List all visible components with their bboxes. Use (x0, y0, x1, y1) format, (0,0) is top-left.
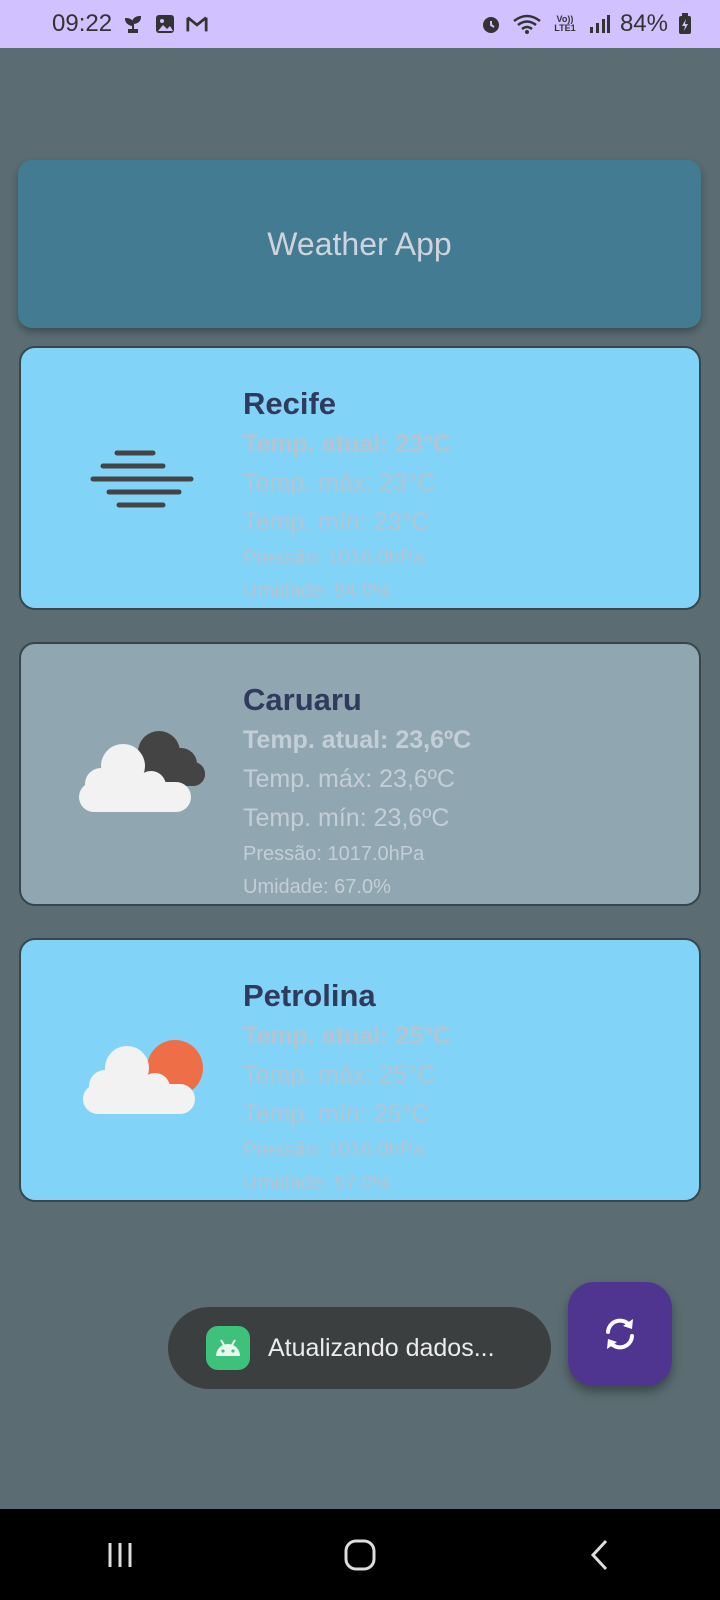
weather-card-petrolina: Petrolina Temp. atual: 25°C Temp. máx: 2… (19, 938, 701, 1202)
plant-icon (122, 13, 144, 35)
temp-current: Temp. atual: 25°C (243, 1022, 452, 1050)
card-body: Recife Temp. atual: 23°C Temp. máx: 23°C… (243, 386, 451, 613)
humidity: Umidade: 67.0% (243, 876, 391, 898)
back-icon (590, 1539, 608, 1570)
app-header: Weather App (18, 160, 701, 328)
alarm-icon (480, 13, 502, 35)
battery-percent: 84% (619, 10, 668, 37)
home-icon (344, 1539, 376, 1570)
temp-max: Temp. máx: 23,6ºC (243, 765, 455, 793)
humidity: Umidade: 94.0% (243, 580, 391, 602)
humidity: Umidade: 57.0% (243, 1172, 391, 1194)
android-icon (206, 1326, 250, 1370)
card-body: Caruaru Temp. atual: 23,6ºC Temp. máx: 2… (243, 682, 471, 909)
temp-min: Temp. mín: 25°C (243, 1100, 430, 1128)
toast-message: Atualizando dados... (168, 1307, 551, 1389)
temp-max: Temp. máx: 25°C (243, 1061, 436, 1089)
toast-text: Atualizando dados... (268, 1333, 495, 1362)
status-bar-right: Vo)) LTE1 84% (480, 10, 692, 38)
card-body: Petrolina Temp. atual: 25°C Temp. máx: 2… (243, 978, 451, 1205)
gallery-icon (154, 13, 176, 35)
app-title: Weather App (267, 225, 452, 262)
partly-cloudy-icon (63, 1010, 213, 1120)
temp-current: Temp. atual: 23,6ºC (243, 726, 472, 754)
status-time: 09:22 (52, 10, 113, 37)
back-button[interactable] (570, 1525, 630, 1585)
refresh-button[interactable] (568, 1282, 672, 1386)
pressure: Pressão: 1016.0hPa (243, 1139, 425, 1161)
wifi-icon (512, 13, 542, 35)
signal-icon (588, 13, 610, 35)
pressure: Pressão: 1017.0hPa (243, 843, 425, 865)
system-nav-bar (0, 1509, 720, 1600)
temp-current: Temp. atual: 23°C (243, 430, 452, 458)
temp-max: Temp. máx: 23°C (243, 469, 436, 497)
temp-min: Temp. mín: 23°C (243, 508, 430, 536)
city-name: Petrolina (243, 978, 376, 1013)
status-bar: 09:22 Vo)) LTE1 84% (0, 0, 720, 48)
gmail-icon (186, 13, 208, 35)
city-name: Caruaru (243, 682, 362, 717)
battery-charging-icon (678, 13, 692, 35)
recents-icon (108, 1542, 132, 1567)
weather-card-recife: Recife Temp. atual: 23°C Temp. máx: 23°C… (19, 346, 701, 610)
broken-clouds-icon (63, 714, 213, 824)
fog-icon (63, 418, 213, 528)
recents-button[interactable] (90, 1525, 150, 1585)
volte-icon: Vo)) LTE1 (554, 14, 576, 33)
temp-min: Temp. mín: 23,6ºC (243, 804, 450, 832)
refresh-icon (606, 1318, 634, 1350)
status-bar-left: 09:22 (52, 10, 208, 38)
city-name: Recife (243, 386, 337, 421)
weather-card-caruaru: Caruaru Temp. atual: 23,6ºC Temp. máx: 2… (19, 642, 701, 906)
home-button[interactable] (330, 1525, 390, 1585)
pressure: Pressão: 1016.0hPa (243, 547, 425, 569)
